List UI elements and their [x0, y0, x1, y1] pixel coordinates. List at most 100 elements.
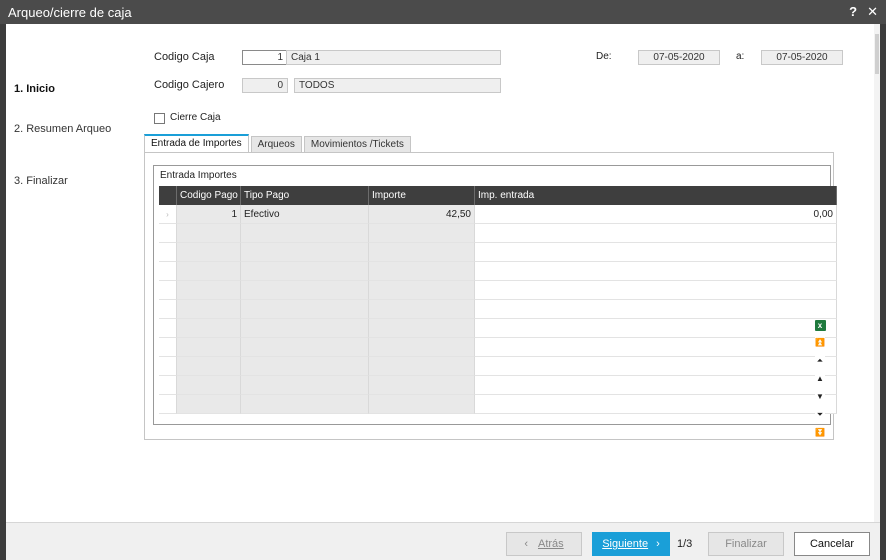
empty-row — [159, 357, 837, 376]
empty-cell — [241, 224, 369, 243]
empty-cell — [475, 357, 837, 376]
empty-row — [159, 319, 837, 338]
empty-cell — [241, 281, 369, 300]
empty-cell — [475, 262, 837, 281]
codigo-cajero-label: Codigo Cajero — [154, 79, 225, 91]
tab-entrada-importes[interactable]: Entrada de Importes — [144, 134, 249, 154]
a-label: a: — [736, 51, 745, 62]
table-row[interactable]: › 1 Efectivo 42,50 0,00 — [159, 205, 837, 224]
grid-header-row: Codigo Pago Tipo Pago Importe Imp. entra… — [159, 186, 837, 205]
col-header-codigo-pago[interactable]: Codigo Pago — [177, 186, 241, 205]
col-header-importe[interactable]: Importe — [369, 186, 475, 205]
codigo-cajero-field[interactable]: 0 — [242, 78, 288, 93]
empty-cell — [369, 319, 475, 338]
step-finalizar[interactable]: 3. Finalizar — [14, 174, 114, 188]
excel-export-icon[interactable]: x — [814, 320, 826, 331]
empty-cell — [177, 224, 241, 243]
empty-cell — [159, 338, 177, 357]
caja-nombre-field: Caja 1 — [286, 50, 501, 65]
empty-cell — [369, 376, 475, 395]
cierre-caja-checkbox[interactable] — [154, 113, 165, 124]
main-content: Codigo Caja 1 Caja 1 De: 07-05-2020 a: 0… — [118, 24, 880, 522]
cell-imp-entrada[interactable]: 0,00 — [475, 205, 837, 224]
scroll-thumb[interactable] — [875, 34, 879, 74]
step-resumen-arqueo[interactable]: 2. Resumen Arqueo — [14, 122, 114, 136]
empty-cell — [369, 357, 475, 376]
empty-cell — [159, 376, 177, 395]
empty-cell — [177, 281, 241, 300]
empty-cell — [159, 224, 177, 243]
vertical-scrollbar[interactable] — [874, 24, 880, 522]
page-indicator: 1/3 — [677, 538, 693, 550]
empty-cell — [159, 357, 177, 376]
empty-row — [159, 300, 837, 319]
empty-row — [159, 338, 837, 357]
empty-cell — [241, 300, 369, 319]
empty-cell — [177, 338, 241, 357]
next-button-label: Siguiente — [602, 538, 649, 550]
empty-row — [159, 281, 837, 300]
codigo-caja-input[interactable]: 1 — [242, 50, 288, 65]
step-inicio[interactable]: 1. Inicio — [14, 82, 114, 96]
help-icon[interactable]: ? — [849, 4, 857, 20]
empty-cell — [475, 376, 837, 395]
empty-cell — [475, 243, 837, 262]
empty-cell — [241, 395, 369, 414]
back-button-label: Atrás — [537, 538, 564, 550]
empty-cell — [159, 395, 177, 414]
wizard-steps-nav: 1. Inicio 2. Resumen Arqueo 3. Finalizar — [6, 24, 118, 522]
tab-panel-entrada-importes: Entrada Importes Codigo Pago Tipo Pago I… — [144, 152, 837, 440]
empty-row — [159, 224, 837, 243]
empty-row — [159, 262, 837, 281]
prev-page-icon[interactable]: ⏶ — [815, 354, 825, 367]
cell-importe: 42,50 — [369, 205, 475, 224]
empty-cell — [369, 395, 475, 414]
chevron-right-icon: › — [656, 538, 660, 550]
cancel-button[interactable]: Cancelar — [794, 532, 870, 556]
empty-cell — [369, 262, 475, 281]
back-button[interactable]: ‹ Atrás — [506, 532, 582, 556]
empty-cell — [475, 338, 837, 357]
empty-cell — [177, 262, 241, 281]
empty-cell — [241, 319, 369, 338]
empty-cell — [177, 395, 241, 414]
cell-tipo-pago: Efectivo — [241, 205, 369, 224]
next-page-icon[interactable]: ⏷ — [815, 408, 825, 421]
tab-strip: Entrada de Importes Arqueos Movimientos … — [144, 134, 413, 154]
finish-button[interactable]: Finalizar — [708, 532, 784, 556]
cell-codigo-pago: 1 — [177, 205, 241, 224]
empty-cell — [475, 224, 837, 243]
prev-record-icon[interactable]: ▲ — [815, 372, 825, 385]
next-record-icon[interactable]: ▼ — [815, 390, 825, 403]
empty-cell — [159, 300, 177, 319]
empty-cell — [241, 376, 369, 395]
close-icon[interactable]: ✕ — [867, 4, 878, 20]
next-button[interactable]: Siguiente › — [592, 532, 670, 556]
empty-cell — [241, 338, 369, 357]
row-selector-icon[interactable]: › — [159, 205, 177, 224]
empty-cell — [369, 243, 475, 262]
empty-cell — [177, 357, 241, 376]
empty-cell — [159, 262, 177, 281]
fecha-desde-field[interactable]: 07-05-2020 — [638, 50, 720, 65]
empty-cell — [475, 395, 837, 414]
cierre-caja-label: Cierre Caja — [170, 112, 221, 123]
last-record-icon[interactable]: ⏬ — [815, 426, 825, 439]
col-header-imp-entrada[interactable]: Imp. entrada — [475, 186, 837, 205]
fecha-hasta-field[interactable]: 07-05-2020 — [761, 50, 843, 65]
cajero-nombre-field: TODOS — [294, 78, 501, 93]
empty-cell — [475, 319, 837, 338]
empty-cell — [241, 262, 369, 281]
empty-cell — [159, 281, 177, 300]
empty-cell — [177, 300, 241, 319]
codigo-caja-label: Codigo Caja — [154, 51, 215, 63]
dialog-frame: 1. Inicio 2. Resumen Arqueo 3. Finalizar… — [6, 24, 880, 560]
chevron-left-icon: ‹ — [524, 538, 528, 550]
empty-cell — [159, 319, 177, 338]
empty-cell — [241, 357, 369, 376]
col-header-tipo-pago[interactable]: Tipo Pago — [241, 186, 369, 205]
first-record-icon[interactable]: ⏫ — [815, 336, 825, 349]
window-controls: ? ✕ — [849, 4, 886, 20]
empty-cell — [475, 300, 837, 319]
empty-row — [159, 243, 837, 262]
